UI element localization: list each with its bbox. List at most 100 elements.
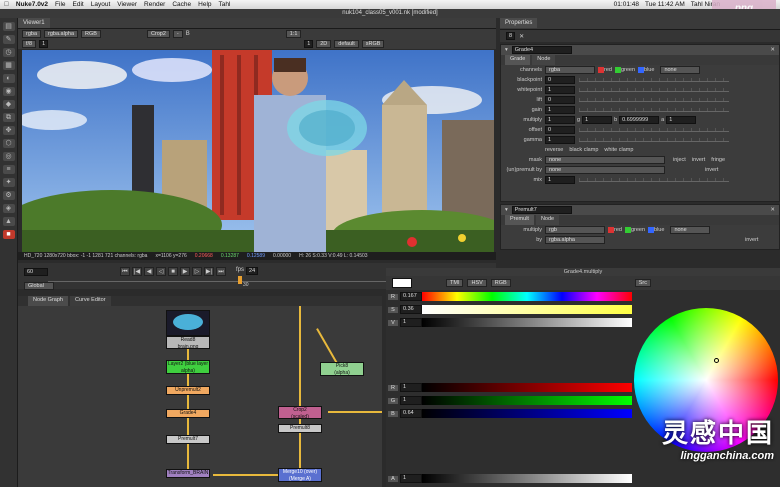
menu-viewer[interactable]: Viewer (117, 1, 137, 8)
ch-red[interactable]: red (604, 67, 612, 73)
ch-green[interactable]: green (621, 67, 635, 73)
sat-slider[interactable] (422, 305, 632, 314)
menu-cache[interactable]: Cache (172, 1, 191, 8)
tab-properties[interactable]: Properties (500, 18, 538, 28)
mix-slider[interactable] (579, 178, 729, 182)
sat-field[interactable]: 0.36 (400, 305, 422, 314)
collapse-icon[interactable]: ▾ (505, 47, 508, 53)
last-frame-icon[interactable]: ⏭ (216, 267, 226, 276)
src-dropdown[interactable]: Src (634, 279, 651, 287)
filter-tool-icon[interactable]: ◉ (2, 87, 15, 96)
premult-by-dropdown[interactable]: rgba.alpha (545, 236, 605, 244)
play-icon[interactable]: ▶ (180, 267, 190, 276)
tab-curve-editor[interactable]: Curve Editor (69, 296, 111, 306)
play-back-icon[interactable]: ◁ (156, 267, 166, 276)
grade-node[interactable]: Grade4 (166, 409, 210, 418)
read-node-thumbnail[interactable] (166, 310, 210, 336)
gain-field-grade[interactable]: 1 (545, 106, 575, 114)
ch-blue[interactable]: blue (644, 67, 654, 73)
furnace-tool-icon[interactable]: ▲ (2, 217, 15, 226)
collapse-premult-icon[interactable]: ▾ (505, 207, 508, 213)
multiply-b-field[interactable]: 0.6999999 (619, 116, 660, 124)
tab-viewer1[interactable]: Viewer1 (18, 18, 50, 28)
grade-name-field[interactable]: Grade4 (511, 46, 572, 54)
other-tool-icon[interactable]: ◈ (2, 204, 15, 213)
fringe-checkbox[interactable]: fringe (711, 157, 725, 163)
app-menu[interactable]: Nuke7.0v2 (16, 1, 48, 8)
gamma-slider[interactable] (579, 138, 729, 142)
premult-name-field[interactable]: Premult7 (511, 206, 572, 214)
gamma-field-grade[interactable]: 1 (545, 136, 575, 144)
merge-node[interactable]: Merge10 (over) (Merge A) (278, 468, 322, 482)
playhead[interactable] (238, 276, 242, 284)
close-panel-icon[interactable]: ✕ (770, 47, 779, 53)
color-wheel-cursor[interactable] (714, 358, 719, 363)
val-field[interactable]: 1 (400, 318, 422, 327)
premult-ch-red[interactable]: red (614, 227, 622, 233)
gain-field[interactable]: 1 (39, 40, 49, 48)
a-input-dropdown[interactable]: Crop2 (146, 30, 170, 38)
premult-ch-blue[interactable]: blue (654, 227, 664, 233)
tab-node[interactable]: Node (532, 55, 556, 65)
toolsets-tool-icon[interactable]: ⚙ (2, 191, 15, 200)
rgb-button[interactable]: RGB (490, 279, 511, 287)
tab-premult-node[interactable]: Node (535, 215, 560, 225)
ch-alpha-dropdown[interactable]: none (660, 66, 701, 74)
colorspace-dropdown[interactable]: sRGB (361, 40, 385, 48)
hue-field[interactable]: 0.167 (400, 292, 422, 301)
pick-node[interactable]: Pick8 (alpha) (320, 362, 364, 376)
alpha-field[interactable]: 1 (400, 474, 422, 483)
proxy-dropdown[interactable]: 2D (316, 40, 332, 48)
whitepoint-field[interactable]: 1 (545, 86, 575, 94)
lift-field[interactable]: 0 (545, 96, 575, 104)
draw-tool-icon[interactable]: ✎ (2, 35, 15, 44)
first-frame-icon[interactable]: ⏮ (120, 267, 130, 276)
blackpoint-field[interactable]: 0 (545, 76, 575, 84)
red-slider[interactable] (422, 383, 632, 392)
red-field[interactable]: 1 (400, 383, 422, 392)
b-input-dropdown[interactable]: - (172, 30, 183, 38)
invert2-checkbox[interactable]: invert (705, 167, 718, 173)
max-panels-field[interactable]: 8 (506, 32, 516, 40)
zoom-dropdown[interactable]: 1:1 (285, 30, 302, 38)
alpha-dropdown[interactable]: rgba.alpha (44, 30, 79, 38)
prev-frame-icon[interactable]: ◀ (144, 267, 154, 276)
node-graph[interactable]: Read8 brain.png Layer2 (blue layer alpha… (18, 306, 382, 487)
tab-premult[interactable]: Premult (505, 215, 534, 225)
image-tool-icon[interactable]: ▤ (2, 22, 15, 31)
offset-slider[interactable] (579, 128, 729, 132)
gain-slider[interactable] (579, 108, 729, 112)
prev-key-icon[interactable]: |◀ (132, 267, 142, 276)
menu-render[interactable]: Render (144, 1, 165, 8)
tab-grade[interactable]: Grade (505, 55, 531, 65)
fps-field[interactable]: 24 (246, 267, 259, 275)
multiply-r-field[interactable]: 1 (545, 116, 575, 124)
time-tool-icon[interactable]: ◷ (2, 48, 15, 57)
stop-icon[interactable]: ■ (168, 267, 178, 276)
menu-help[interactable]: Help (198, 1, 211, 8)
reverse-checkbox[interactable]: reverse (545, 147, 563, 153)
transform-node[interactable]: Transform_BRAIN (166, 469, 210, 478)
premult-alpha-dropdown[interactable]: none (670, 226, 711, 234)
transform-tool-icon[interactable]: ✥ (2, 126, 15, 135)
offset-field[interactable]: 0 (545, 126, 575, 134)
menu-layout[interactable]: Layout (91, 1, 111, 8)
unpremult-dropdown[interactable]: none (545, 166, 665, 174)
apple-menu-icon[interactable]:  (4, 1, 9, 8)
display-dropdown[interactable]: RGB (81, 30, 101, 38)
premult-invert-checkbox[interactable]: invert (745, 237, 758, 243)
keyer-tool-icon[interactable]: ◆ (2, 100, 15, 109)
viewer-image[interactable] (22, 50, 494, 252)
premult-ch-green[interactable]: green (631, 227, 645, 233)
particles-tool-icon[interactable]: ✦ (2, 178, 15, 187)
whitepoint-slider[interactable] (579, 88, 729, 92)
color-swatch[interactable] (392, 278, 412, 288)
inject-checkbox[interactable]: inject (673, 157, 686, 163)
gamma-field[interactable]: 1 (304, 40, 314, 48)
black-clamp-checkbox[interactable]: black clamp (569, 147, 598, 153)
menu-tahl[interactable]: Tahl (219, 1, 231, 8)
views-tool-icon[interactable]: ◎ (2, 152, 15, 161)
mix-field[interactable]: 1 (545, 176, 575, 184)
next-frame-icon[interactable]: ▷ (192, 267, 202, 276)
multiply-a-field[interactable]: 1 (666, 116, 697, 124)
